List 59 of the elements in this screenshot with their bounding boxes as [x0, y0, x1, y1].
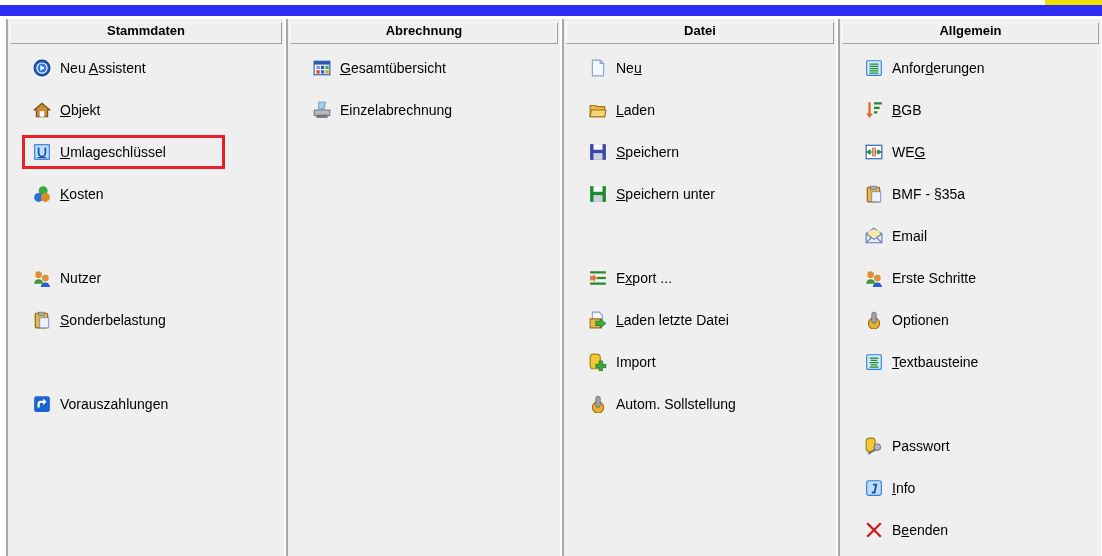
coins-icon [33, 185, 51, 203]
menu-item[interactable]: Import [578, 345, 667, 379]
column-header: Allgemein [842, 22, 1099, 44]
menu-item[interactable]: Textbausteine [854, 345, 990, 379]
menu-item[interactable]: Speichern unter [578, 177, 726, 211]
info-icon [865, 479, 883, 497]
menu-item[interactable]: BMF - §35a [854, 177, 977, 211]
menu-item[interactable]: WEG [854, 135, 937, 169]
menu-item[interactable]: Umlageschlüssel [22, 135, 225, 169]
floppy-icon [589, 185, 607, 203]
menu-item[interactable]: Info [854, 471, 927, 505]
menu-item[interactable]: Anforderungen [854, 51, 996, 85]
export-icon [589, 269, 607, 287]
column-header: Datei [566, 22, 834, 44]
menu-item[interactable]: Laden letzte Datei [578, 303, 740, 337]
menu-item[interactable]: Optionen [854, 303, 960, 337]
menu-item[interactable]: Speichern [578, 135, 691, 169]
menu-item[interactable]: Passwort [854, 429, 961, 463]
knob-icon [865, 311, 883, 329]
menu-item[interactable]: BGB [854, 93, 933, 127]
text-icon [865, 353, 883, 371]
column-header: Abrechnung [290, 22, 558, 44]
database-plus-icon [589, 353, 607, 371]
page-icon [589, 59, 607, 77]
menu-item[interactable]: Autom. Sollstellung [578, 387, 747, 421]
menu-item[interactable]: Export ... [578, 261, 684, 295]
sort-icon [865, 101, 883, 119]
split-icon [865, 143, 883, 161]
folder-arrow-icon [589, 311, 607, 329]
printer-icon [313, 101, 331, 119]
menu-item[interactable]: Nutzer [22, 261, 113, 295]
close-icon [865, 521, 883, 539]
menu-item[interactable]: Email [854, 219, 938, 253]
floppy-icon [589, 143, 607, 161]
menu-item[interactable]: Sonderbelastung [22, 303, 177, 337]
title-bar-accent [1045, 0, 1102, 5]
menu-item[interactable]: Einzelabrechnung [302, 93, 464, 127]
list-icon [865, 59, 883, 77]
knob-icon [589, 395, 607, 413]
play-icon [33, 59, 51, 77]
menu-item[interactable]: Neu Assistent [22, 51, 157, 85]
menu-item[interactable]: Laden [578, 93, 666, 127]
menu-item[interactable]: Erste Schritte [854, 261, 988, 295]
envelope-icon [865, 227, 883, 245]
clipboard-icon [865, 185, 883, 203]
menu-item[interactable]: Objekt [22, 93, 112, 127]
house-icon [33, 101, 51, 119]
menu-item[interactable]: Beenden [854, 513, 960, 547]
menu-item[interactable]: Neu [578, 51, 653, 85]
column-header: Stammdaten [10, 22, 282, 44]
grid-icon [313, 59, 331, 77]
letter-box-icon [33, 143, 51, 161]
menu-item[interactable]: Kosten [22, 177, 115, 211]
clipboard-icon [33, 311, 51, 329]
key-icon [865, 437, 883, 455]
people-icon [865, 269, 883, 287]
menu-item[interactable]: Gesamtübersicht [302, 51, 457, 85]
menu-item[interactable]: Vorauszahlungen [22, 387, 180, 421]
people-icon [33, 269, 51, 287]
